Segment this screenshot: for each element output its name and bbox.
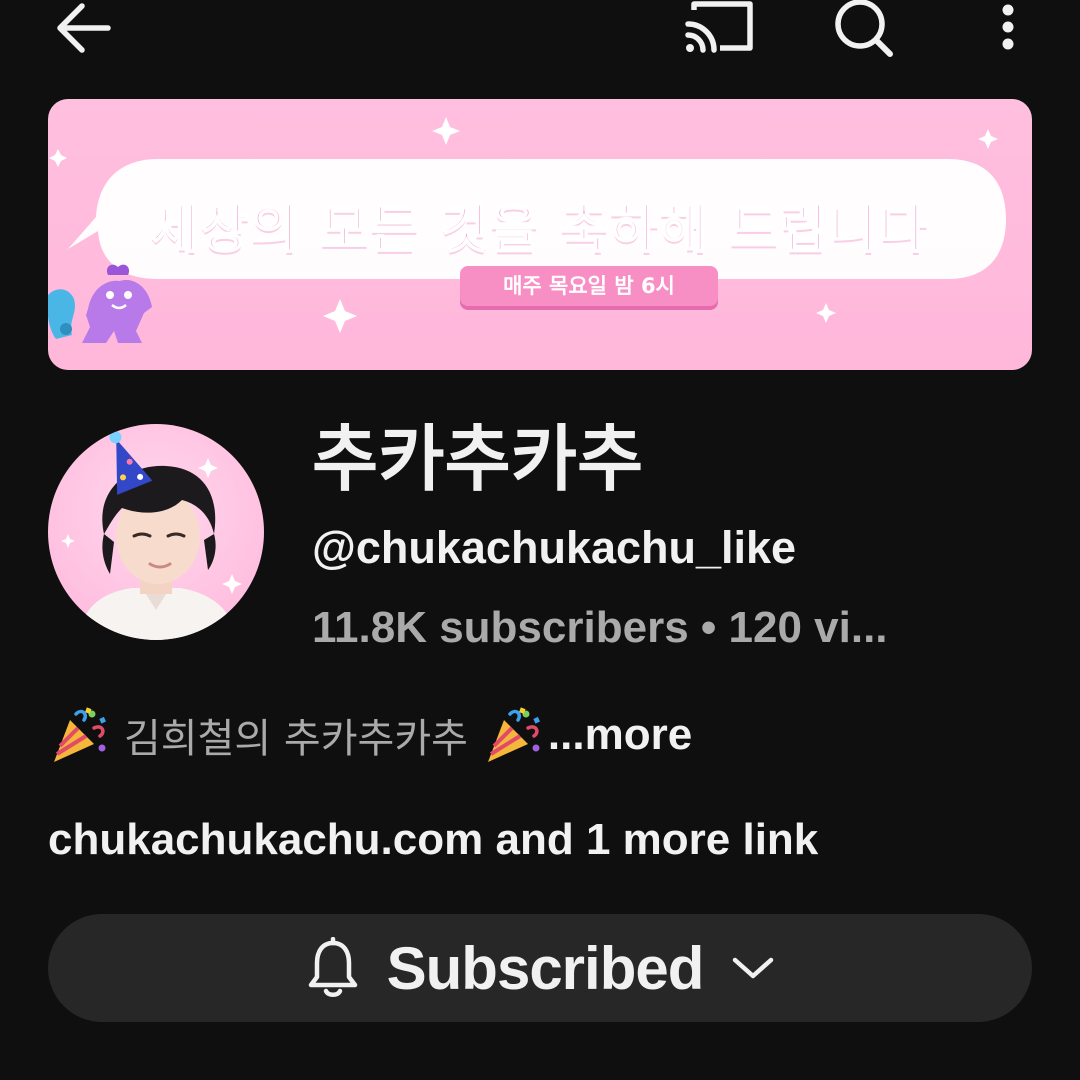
description-more-link[interactable]: ...more — [548, 710, 692, 760]
back-arrow-icon[interactable] — [50, 0, 120, 60]
channel-links[interactable]: chukachukachu.com and 1 more link — [48, 810, 818, 870]
party-popper-icon — [48, 704, 110, 766]
avatar[interactable] — [48, 424, 264, 640]
chevron-down-icon — [733, 957, 774, 979]
bell-icon — [308, 937, 357, 997]
channel-stats: 11.8K subscribers • 120 vi... — [312, 603, 888, 652]
avatar-image — [61, 431, 242, 640]
channel-handle: @chukachukachu_like — [312, 522, 797, 573]
banner-schedule-badge: 매주 목요일 밤 6시 — [460, 266, 718, 306]
channel-name: 추카추카추 — [312, 417, 644, 501]
cast-icon[interactable] — [680, 0, 760, 60]
search-icon[interactable] — [828, 0, 898, 60]
primary-link[interactable]: chukachukachu.com — [48, 815, 483, 864]
party-popper-icon — [482, 704, 544, 766]
more-links-text[interactable]: and 1 more link — [496, 815, 819, 864]
more-vert-icon[interactable] — [980, 0, 1036, 60]
subscribed-button[interactable]: Subscribed — [48, 914, 1032, 1022]
channel-description[interactable]: 김희철의 추카추카추 ...more — [48, 700, 692, 770]
description-text: 김희철의 추카추카추 — [124, 716, 468, 762]
channel-banner: 세상의 모든 것을 축하해 드립니다 매주 목요일 밤 6시 — [48, 99, 1032, 370]
banner-headline: 세상의 모든 것을 축하해 드립니다 — [150, 199, 930, 261]
top-app-bar — [0, 0, 1080, 70]
subscribed-label: Subscribed — [386, 934, 705, 1002]
